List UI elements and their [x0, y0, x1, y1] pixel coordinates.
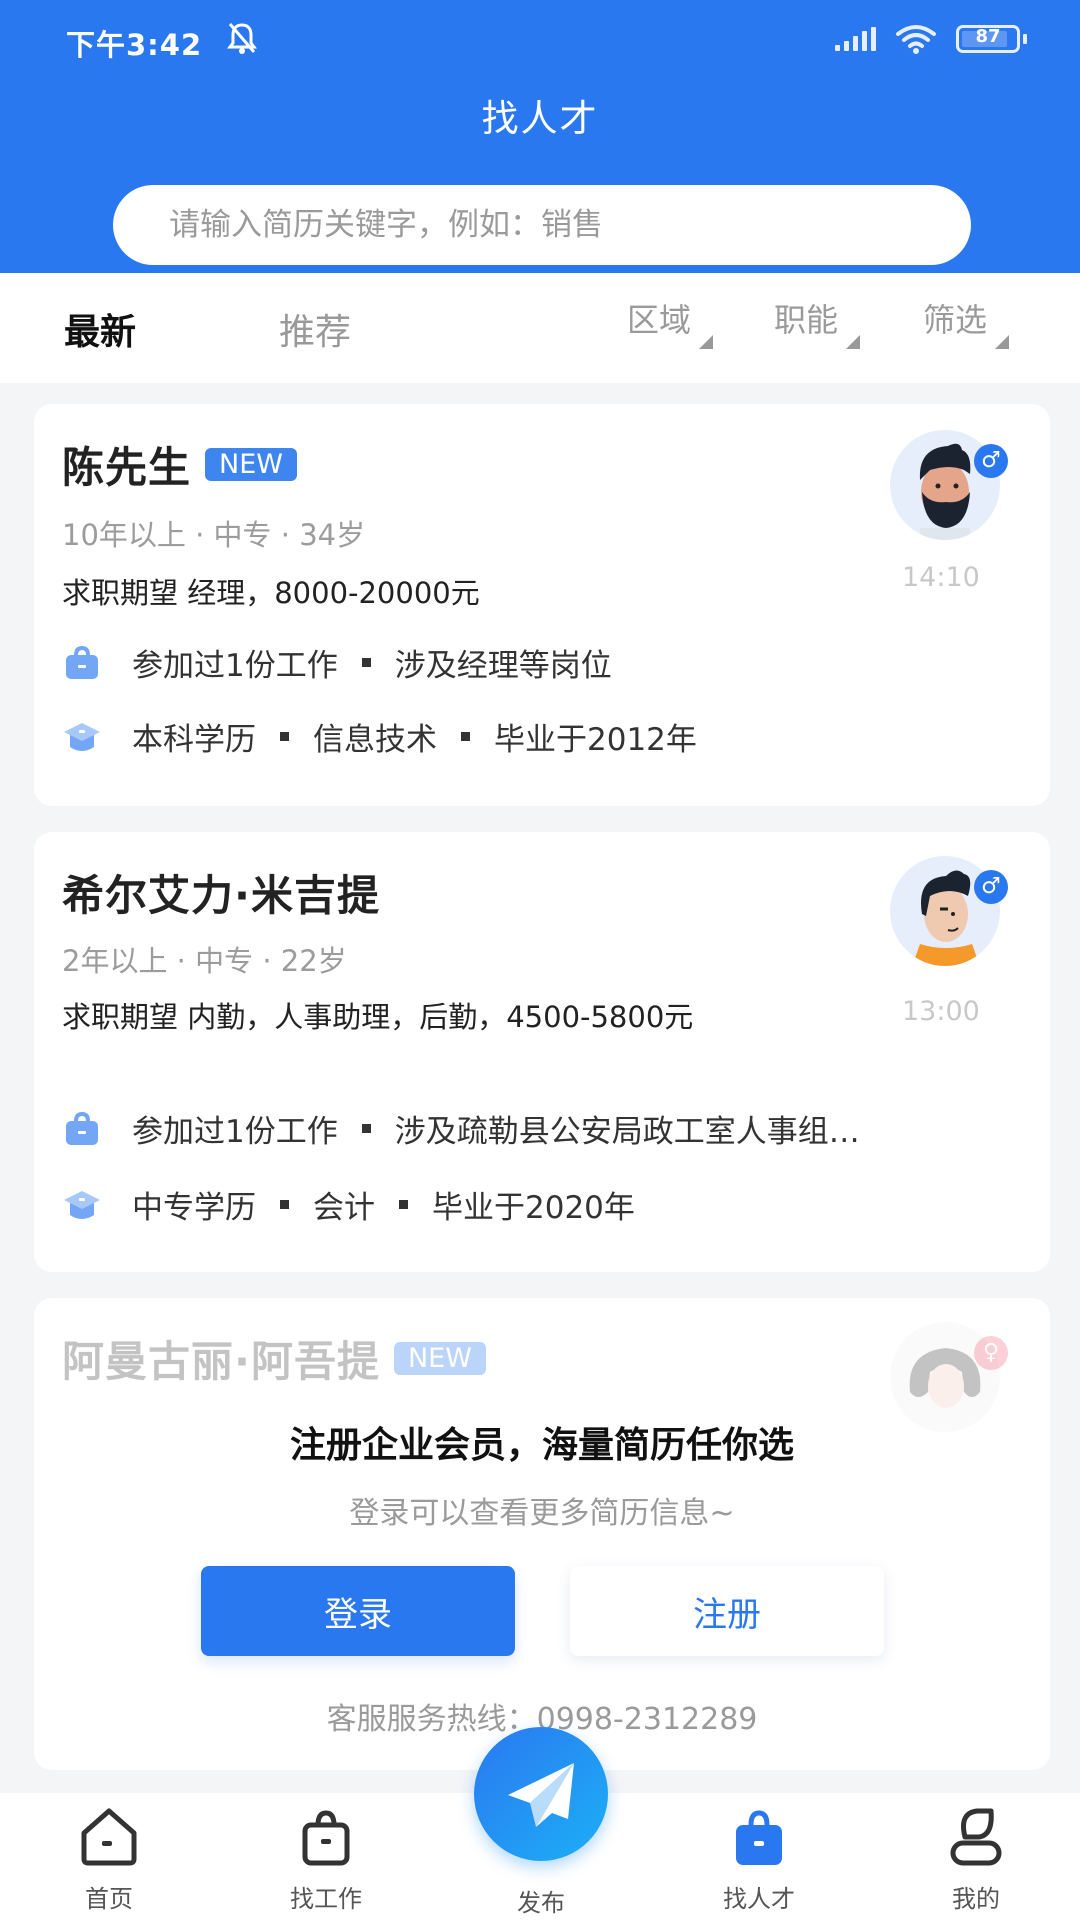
wifi-icon	[896, 25, 936, 54]
graduation-year: 毕业于2012年	[494, 722, 697, 758]
header: 下午3:42 87 找人才	[0, 0, 1080, 273]
tab-latest[interactable]: 最新	[64, 303, 136, 355]
tab-bar: 最新 推荐 区域 职能 筛选	[0, 273, 1080, 383]
blurred-candidate: 阿曼古丽·阿吾提 NEW	[62, 1328, 486, 1389]
education-level: 本科学历	[132, 722, 256, 758]
education-row: 中专学历 会计 毕业于2020年	[62, 1182, 635, 1227]
login-button[interactable]: 登录	[201, 1566, 515, 1656]
candidate-meta: 10年以上 · 中专 · 34岁	[62, 518, 366, 552]
graduation-cap-icon	[64, 1190, 100, 1219]
publish-button[interactable]	[474, 1727, 608, 1861]
login-promo-card: 阿曼古丽·阿吾提 NEW ♀ 注册企业会员，海量简历任你选 登录可以查看更多简历…	[34, 1298, 1050, 1770]
candidate-card[interactable]: 陈先生 NEW 10年以上 · 中专 · 34岁 求职期望 经理，8000-20…	[34, 404, 1050, 806]
work-experience-row: 参加过1份工作 涉及经理等岗位	[62, 640, 612, 685]
nav-find-job-label: 找工作	[290, 1885, 362, 1913]
nav-find-talent-label: 找人才	[723, 1885, 795, 1913]
nav-publish-label[interactable]: 发布	[474, 1883, 608, 1918]
register-button[interactable]: 注册	[570, 1566, 884, 1656]
update-time: 14:10	[902, 562, 980, 593]
search-bar[interactable]	[113, 185, 971, 265]
update-time: 13:00	[902, 996, 980, 1027]
nav-find-talent[interactable]: 找人才	[689, 1807, 829, 1914]
briefcase-icon	[66, 1111, 98, 1145]
job-expectation: 求职期望 内勤，人事助理，后勤，4500-5800元	[62, 1000, 694, 1034]
candidate-name: 希尔艾力·米吉提	[62, 871, 380, 920]
filter-function[interactable]: 职能	[774, 295, 861, 349]
nav-find-job[interactable]: 找工作	[256, 1807, 396, 1914]
battery-level: 87	[975, 26, 1001, 47]
filter-more[interactable]: 筛选	[923, 295, 1010, 349]
paper-plane-icon	[508, 1763, 574, 1827]
battery-icon: 87	[956, 25, 1027, 53]
education-major: 会计	[313, 1190, 375, 1226]
job-expectation: 求职期望 经理，8000-20000元	[62, 576, 480, 610]
male-gender-icon: ♂	[974, 870, 1008, 904]
promo-title: 注册企业会员，海量简历任你选	[289, 1425, 794, 1466]
work-count: 参加过1份工作	[132, 1114, 338, 1150]
nav-home-label: 首页	[85, 1885, 133, 1913]
briefcase-icon	[302, 1810, 350, 1866]
dropdown-triangle-icon	[995, 335, 1010, 349]
candidate-meta: 2年以上 · 中专 · 22岁	[62, 944, 347, 978]
work-positions: 涉及经理等岗位	[394, 648, 612, 684]
candidate-name: 陈先生	[62, 443, 192, 492]
filter-function-label: 职能	[774, 301, 839, 339]
work-experience-row: 参加过1份工作 涉及疏勒县公安局政工室人事组…	[62, 1106, 860, 1151]
female-gender-icon: ♀	[974, 1336, 1008, 1370]
new-badge: NEW	[205, 448, 297, 481]
bell-muted-icon	[227, 23, 257, 54]
nav-mine[interactable]: 我的	[906, 1807, 1046, 1914]
page-title: 找人才	[481, 97, 599, 140]
dropdown-triangle-icon	[699, 335, 714, 349]
candidate-card[interactable]: 希尔艾力·米吉提 2年以上 · 中专 · 22岁 求职期望 内勤，人事助理，后勤…	[34, 832, 1050, 1272]
work-count: 参加过1份工作	[132, 648, 338, 684]
promo-subtitle: 登录可以查看更多简历信息~	[349, 1496, 735, 1531]
search-input[interactable]	[113, 185, 971, 265]
candidate-name: 阿曼古丽·阿吾提	[62, 1337, 380, 1386]
status-bar: 下午3:42 87	[0, 0, 1080, 80]
dropdown-triangle-icon	[846, 335, 861, 349]
work-positions: 涉及疏勒县公安局政工室人事组…	[394, 1114, 860, 1150]
filter-region-label: 区域	[627, 301, 692, 339]
tab-recommended[interactable]: 推荐	[279, 303, 351, 355]
talent-bag-icon	[736, 1810, 782, 1865]
home-icon	[81, 1808, 137, 1866]
filter-region[interactable]: 区域	[627, 295, 714, 349]
education-major: 信息技术	[313, 722, 437, 758]
status-time: 下午3:42	[66, 28, 203, 62]
briefcase-icon	[66, 645, 98, 679]
education-row: 本科学历 信息技术 毕业于2012年	[62, 714, 697, 759]
user-icon	[950, 1808, 1002, 1866]
education-level: 中专学历	[132, 1190, 256, 1226]
male-gender-icon: ♂	[974, 444, 1008, 478]
nav-home[interactable]: 首页	[39, 1807, 179, 1914]
nav-mine-label: 我的	[952, 1885, 1000, 1913]
graduation-cap-icon	[64, 722, 100, 751]
new-badge: NEW	[393, 1342, 486, 1375]
signal-icon	[835, 27, 876, 51]
graduation-year: 毕业于2020年	[432, 1190, 635, 1226]
filter-more-label: 筛选	[923, 301, 988, 339]
